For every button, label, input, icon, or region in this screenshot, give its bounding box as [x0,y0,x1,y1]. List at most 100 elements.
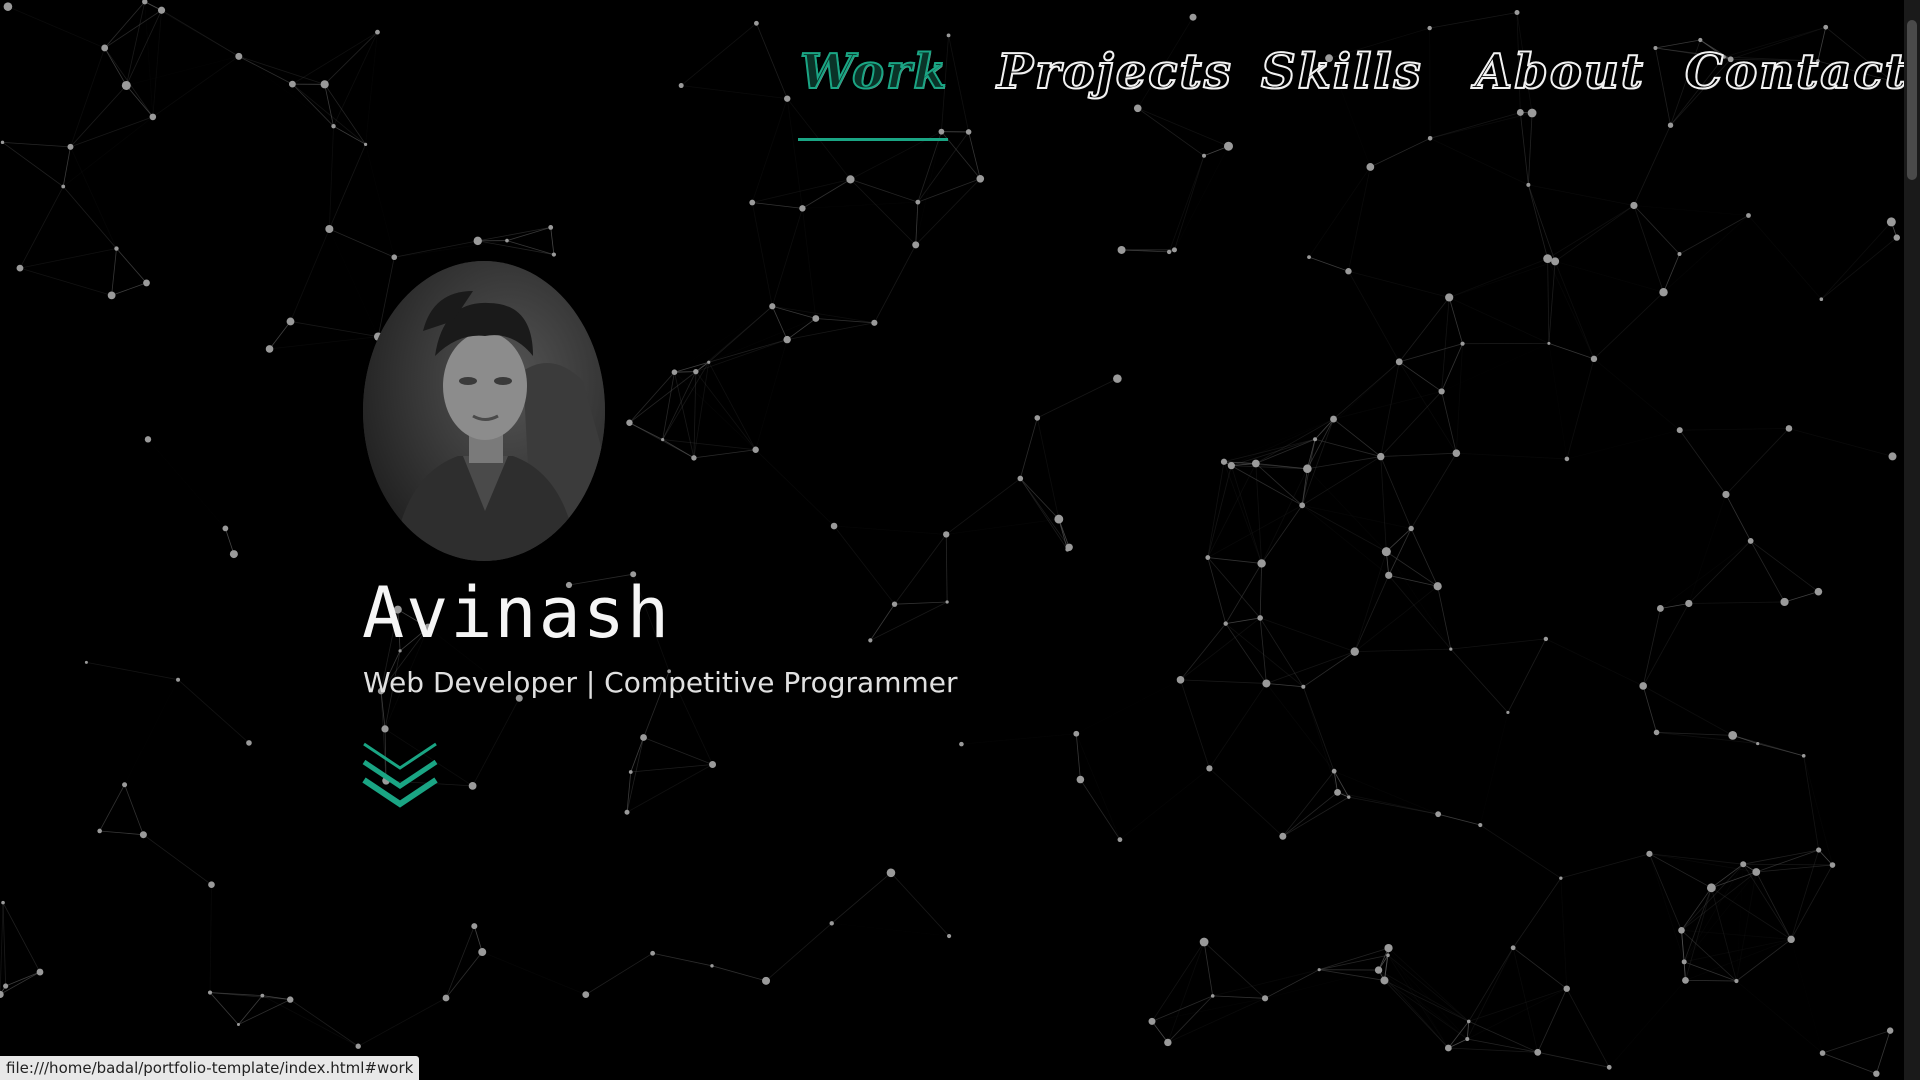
network-node [1054,514,1064,524]
network-node [176,677,181,682]
network-line [1554,260,1664,293]
network-line [1679,428,1789,431]
network-line [177,679,250,744]
network-node [1465,1036,1470,1041]
network-node [891,601,898,607]
network-line [1480,824,1562,879]
network-line [1822,1030,1891,1054]
network-node [1345,268,1352,275]
network-line [890,872,950,937]
network-node [1787,935,1795,944]
network-line [626,771,632,813]
network-line [1567,980,1686,988]
network-line [850,179,918,203]
network-node [1888,452,1897,461]
network-line [1649,853,1744,865]
network-node [886,868,896,878]
network-line [1037,378,1118,419]
network-line [1231,438,1316,467]
network-line [1660,540,1751,609]
network-line [1167,997,1266,1043]
network-node [783,335,791,344]
network-line [1225,623,1304,688]
network-line [1688,494,1727,604]
nav-link-about[interactable]: About [1474,43,1645,101]
network-node [16,264,24,272]
network-node [1279,832,1287,840]
network-line [238,999,291,1025]
network-line [2,902,41,973]
network-line [1301,418,1334,506]
page-scrollbar[interactable] [1904,0,1920,1080]
network-node [1823,24,1829,30]
top-navigation: Work Projects Skills About Contact [0,43,1908,144]
network-line [894,534,947,605]
network-node [548,224,554,230]
network-line [787,322,875,341]
network-node [752,446,759,453]
network-line [148,439,225,528]
network-line [1756,864,1833,873]
network-line [1455,343,1463,454]
network-line [290,999,359,1047]
network-line [482,951,586,995]
network-line [1593,291,1664,360]
network-node [1639,682,1647,690]
network-line [1546,608,1661,638]
network-line [1683,863,1744,963]
nav-link-work[interactable]: Work [799,43,949,101]
network-node [61,184,66,189]
scrollbar-thumb[interactable] [1907,20,1917,180]
network-node [287,996,294,1003]
network-node [946,33,951,38]
hero-name: Avinash [362,572,672,654]
network-line [1314,438,1381,457]
network-node [1408,525,1414,532]
network-line [238,995,263,1025]
network-line [585,952,653,995]
network-line [1790,864,1833,940]
network-node [1331,768,1337,774]
nav-link-contact[interactable]: Contact [1684,43,1909,101]
network-line [1080,779,1121,840]
network-line [1660,603,1689,609]
network-line [1308,256,1349,272]
network-line [1547,205,1635,259]
network-node [1227,462,1235,470]
network-line [1167,995,1214,1043]
network-line [445,926,475,999]
network-line [961,733,1077,745]
network-line [1224,419,1334,462]
network-node [1606,1064,1612,1070]
network-line [1380,452,1457,457]
network-line [1480,712,1508,825]
network-line [1448,1021,1470,1049]
nav-link-skills[interactable]: Skills [1260,43,1423,101]
network-line [1259,617,1267,684]
network-node [943,531,950,538]
network-line [1333,770,1439,815]
network-line [1512,877,1562,948]
network-line [19,248,117,269]
network-line [1537,1051,1610,1068]
network-node [1334,788,1341,796]
network-node [1065,543,1073,551]
network-node [381,725,389,733]
network-line [550,227,555,255]
network-line [1748,215,1822,300]
network-line [1679,429,1727,495]
network-line [1450,638,1546,650]
network-node [1117,245,1126,254]
network-node [1819,1050,1826,1056]
network-line [1261,505,1303,564]
network-node [208,881,215,889]
network-line [269,321,291,350]
network-line [755,339,788,450]
nav-link-projects[interactable]: Projects [996,43,1233,101]
network-line [674,371,756,451]
network-line [1151,997,1266,1022]
network-line [1019,478,1068,550]
network-line [5,971,41,987]
double-chevron-down-icon[interactable] [362,742,438,808]
network-line [1548,342,1595,360]
